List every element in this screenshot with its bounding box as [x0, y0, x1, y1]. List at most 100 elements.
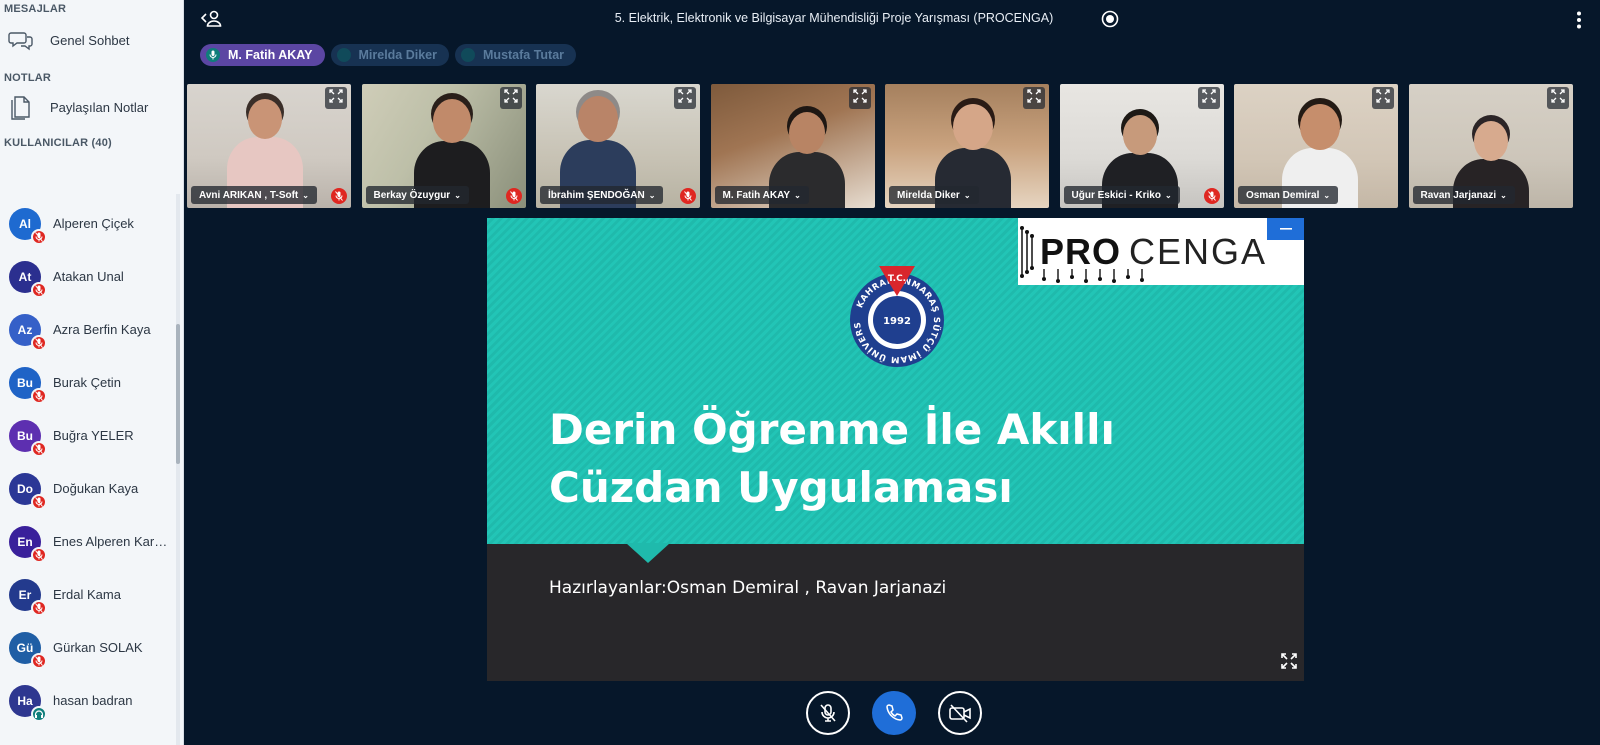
- webcam-tile[interactable]: Berkay Özuygur ⌄: [361, 84, 526, 208]
- user-list-item[interactable]: Al Alperen Çiçek: [0, 197, 176, 250]
- webcam-name-tag[interactable]: Avni ARIKAN , T-Soft ⌄: [191, 186, 317, 204]
- chevron-down-icon: ⌄: [794, 190, 801, 200]
- user-list-item[interactable]: Az Azra Berfin Kaya: [0, 303, 176, 356]
- muted-mic-icon: [31, 334, 47, 351]
- shared-notes-link[interactable]: Paylaşılan Notlar: [0, 84, 183, 130]
- muted-mic-icon: [31, 599, 47, 616]
- webcam-tile[interactable]: Avni ARIKAN , T-Soft ⌄: [187, 84, 351, 208]
- webcam-name-tag[interactable]: Mirelda Diker ⌄: [889, 186, 979, 204]
- webcam-name-tag[interactable]: Osman Demiral ⌄: [1238, 186, 1339, 204]
- chevron-down-icon: ⌄: [302, 190, 309, 200]
- fullscreen-button[interactable]: [1546, 87, 1569, 109]
- user-list-item[interactable]: Do Doğukan Kaya: [0, 462, 176, 515]
- fullscreen-button[interactable]: [1197, 87, 1220, 109]
- logo-cenga-text: CENGA: [1129, 230, 1268, 272]
- webcam-tile[interactable]: Mirelda Diker ⌄: [885, 84, 1049, 208]
- action-bar: [0, 691, 1600, 735]
- toggle-userlist-button[interactable]: [200, 9, 224, 34]
- circuit-lines-icon: [1042, 269, 1144, 283]
- avatar: Al: [9, 207, 47, 245]
- speaker-dot-icon: [461, 48, 476, 62]
- user-list[interactable]: Al Alperen Çiçek At Atakan Unal Az Azra Berfi…: [0, 194, 176, 745]
- talker-name: M. Fatih AKAY: [228, 48, 313, 62]
- options-menu-button[interactable]: [1576, 11, 1582, 34]
- user-name: Alperen Çiçek: [53, 216, 134, 231]
- fullscreen-icon: [1201, 88, 1216, 108]
- webcam-user-name: Ravan Jarjanazi: [1420, 189, 1497, 201]
- talker-pill[interactable]: M. Fatih AKAY: [200, 44, 325, 66]
- avatar: Bu: [9, 366, 47, 404]
- university-seal: KAHRAMANMARAŞ SÜTÇÜ İMAM ÜNİVERSİTESİ T.…: [847, 260, 944, 367]
- leave-audio-button[interactable]: [872, 691, 916, 735]
- share-webcam-button[interactable]: [938, 691, 982, 735]
- webcam-name-tag[interactable]: Berkay Özuygur ⌄: [365, 186, 469, 204]
- fullscreen-button[interactable]: [1372, 87, 1394, 109]
- presentation-area[interactable]: PRO CENGA KAHRAMANMARAŞ SÜTÇÜ İMAM ÜNİVE…: [487, 218, 1304, 681]
- sidebar: MESAJLAR Genel Sohbet NOTLAR Paylaşılan …: [0, 0, 184, 745]
- fullscreen-button[interactable]: [848, 87, 871, 109]
- talker-pill[interactable]: Mirelda Diker: [330, 44, 450, 66]
- user-list-item[interactable]: Bu Burak Çetin: [0, 356, 176, 409]
- webcam-tile[interactable]: İbrahim ŞENDOĞAN ⌄: [536, 84, 700, 208]
- user-name: Gürkan SOLAK: [53, 640, 143, 655]
- seal-tc-text: T.C.: [888, 274, 906, 284]
- avatar-initials: Az: [17, 322, 33, 337]
- user-name: Enes Alperen Karabacak: [53, 534, 171, 549]
- webcam-name-tag[interactable]: M. Fatih AKAY ⌄: [714, 186, 809, 204]
- person-face: [1122, 115, 1157, 155]
- user-name: Burak Çetin: [53, 375, 121, 390]
- muted-mic-icon: [505, 188, 522, 204]
- fullscreen-icon: [1281, 653, 1297, 669]
- talker-pill[interactable]: Mustafa Tutar: [455, 44, 577, 66]
- circuit-icon: [1020, 226, 1034, 278]
- avatar-initials: Do: [17, 481, 33, 496]
- webcam-tile[interactable]: Uğur Eskici - Kriko ⌄: [1059, 84, 1224, 208]
- user-list-item[interactable]: Er Erdal Kama: [0, 568, 176, 621]
- webcam-name-tag[interactable]: Ravan Jarjanazi ⌄: [1412, 186, 1515, 204]
- notes-header: NOTLAR: [4, 72, 52, 84]
- presentation-fullscreen-button[interactable]: [1280, 652, 1298, 675]
- users-header: KULLANICILAR (40): [4, 137, 112, 149]
- unmute-button[interactable]: [806, 691, 850, 735]
- user-list-item[interactable]: At Atakan Unal: [0, 250, 176, 303]
- fullscreen-icon: [678, 88, 692, 108]
- scrollbar-thumb[interactable]: [176, 324, 180, 464]
- procenga-logo: PRO CENGA: [1018, 218, 1304, 285]
- webcam-tile[interactable]: M. Fatih AKAY ⌄: [710, 84, 875, 208]
- avatar-initials: Gü: [16, 640, 34, 655]
- avatar-initials: At: [18, 269, 32, 284]
- fullscreen-icon: [1376, 88, 1390, 108]
- muted-mic-icon: [31, 546, 47, 563]
- recording-indicator[interactable]: [1101, 10, 1119, 33]
- minus-icon: [1279, 228, 1292, 230]
- webcam-tile[interactable]: Osman Demiral ⌄: [1234, 84, 1398, 208]
- chevron-down-icon: ⌄: [1323, 190, 1331, 200]
- kebab-menu-icon: [1577, 11, 1581, 29]
- person-face: [1300, 104, 1340, 150]
- fullscreen-button[interactable]: [674, 87, 696, 109]
- avatar: At: [9, 260, 47, 298]
- webcam-tile[interactable]: Ravan Jarjanazi ⌄: [1408, 84, 1573, 208]
- webcam-name-tag[interactable]: İbrahim ŞENDOĞAN ⌄: [540, 186, 664, 204]
- user-list-item[interactable]: Bu Buğra YELER: [0, 409, 176, 462]
- user-list-item[interactable]: Gü Gürkan SOLAK: [0, 621, 176, 674]
- user-name: Buğra YELER: [53, 428, 134, 443]
- person-face: [432, 99, 471, 143]
- fullscreen-button[interactable]: [1023, 87, 1045, 109]
- speaker-dot-icon: [336, 48, 351, 62]
- person-face: [578, 96, 618, 142]
- avatar-initials: En: [17, 534, 33, 549]
- fullscreen-button[interactable]: [325, 87, 347, 109]
- webcam-name-tag[interactable]: Uğur Eskici - Kriko ⌄: [1063, 186, 1180, 204]
- chevron-down-icon: ⌄: [1164, 190, 1172, 200]
- user-list-scrollbar[interactable]: [176, 194, 180, 745]
- minimize-presentation-button[interactable]: [1267, 218, 1304, 240]
- public-chat-label: Genel Sohbet: [50, 32, 130, 48]
- meeting-title: 5. Elektrik, Elektronik ve Bilgisayar Mü…: [614, 11, 1054, 25]
- user-list-item[interactable]: En Enes Alperen Karabacak: [0, 515, 176, 568]
- public-chat-link[interactable]: Genel Sohbet: [0, 17, 183, 63]
- fullscreen-icon: [852, 88, 867, 108]
- user-name: Azra Berfin Kaya: [53, 322, 151, 337]
- fullscreen-button[interactable]: [499, 87, 522, 109]
- shared-notes-label: Paylaşılan Notlar: [50, 99, 149, 115]
